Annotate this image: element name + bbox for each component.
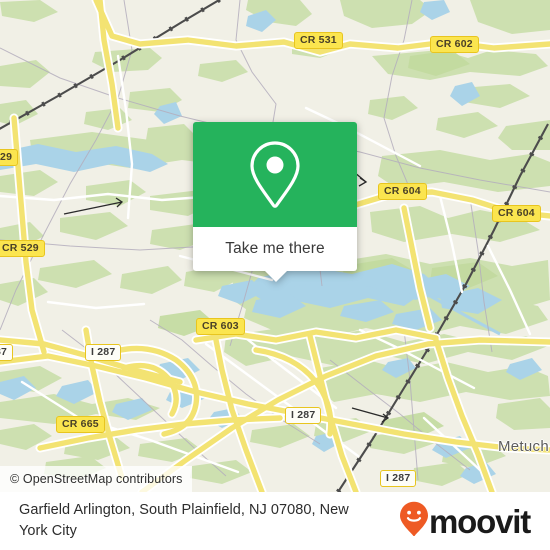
road-shield-label: CR 603	[202, 319, 239, 332]
moovit-logo[interactable]: moovit	[399, 501, 536, 542]
road-shield-i287-west[interactable]: 87	[0, 344, 14, 361]
map-canvas[interactable]: CR 531 CR 602 529 CR 604 CR 604 CR 529 C…	[0, 0, 550, 492]
destination-popup[interactable]: Take me there	[193, 122, 357, 282]
road-shield-label: CR 529	[2, 241, 39, 254]
popup-pointer-tail	[265, 271, 287, 282]
road-shield-label: I 287	[91, 345, 116, 358]
road-shield-cr-665[interactable]: CR 665	[56, 416, 105, 433]
map-pin-icon	[248, 140, 302, 210]
popup-action-panel[interactable]: Take me there	[193, 227, 357, 282]
map-attribution[interactable]: © OpenStreetMap contributors	[0, 466, 192, 492]
take-me-there-label: Take me there	[225, 240, 325, 257]
road-shield-label: CR 604	[498, 206, 535, 219]
road-shield-label: I 287	[386, 471, 411, 484]
road-shield-cr-602[interactable]: CR 602	[430, 36, 479, 53]
road-shield-i287-east[interactable]: I 287	[285, 407, 322, 424]
road-shield-label: I 287	[291, 408, 316, 421]
road-shield-i287-south[interactable]: I 287	[380, 470, 417, 487]
road-shield-label: CR 604	[384, 184, 421, 197]
place-label-metuchen: Metuch	[498, 438, 549, 455]
popup-image-panel	[193, 122, 357, 227]
road-shield-cr-531[interactable]: CR 531	[294, 32, 343, 49]
road-shield-cr-529-south[interactable]: CR 529	[0, 240, 45, 257]
road-shield-label: 529	[0, 150, 13, 163]
moovit-map-screen: CR 531 CR 602 529 CR 604 CR 604 CR 529 C…	[0, 0, 550, 550]
road-shield-label: CR 531	[300, 33, 337, 46]
footer-bar: Garfield Arlington, South Plainfield, NJ…	[0, 492, 550, 550]
road-shield-i287-center[interactable]: I 287	[85, 344, 122, 361]
road-shield-cr-529-north[interactable]: 529	[0, 149, 19, 166]
road-shield-cr-603[interactable]: CR 603	[196, 318, 245, 335]
address-text: Garfield Arlington, South Plainfield, NJ…	[19, 502, 349, 539]
road-shield-label: CR 665	[62, 417, 99, 430]
attribution-text: © OpenStreetMap contributors	[10, 472, 183, 486]
road-shield-cr-604-east[interactable]: CR 604	[492, 205, 541, 222]
road-shield-cr-604-west[interactable]: CR 604	[378, 183, 427, 200]
moovit-wordmark: moovit	[429, 502, 531, 540]
road-shield-label: 87	[0, 345, 8, 358]
moovit-pin-smiley-icon	[399, 501, 429, 542]
road-shield-label: CR 602	[436, 37, 473, 50]
